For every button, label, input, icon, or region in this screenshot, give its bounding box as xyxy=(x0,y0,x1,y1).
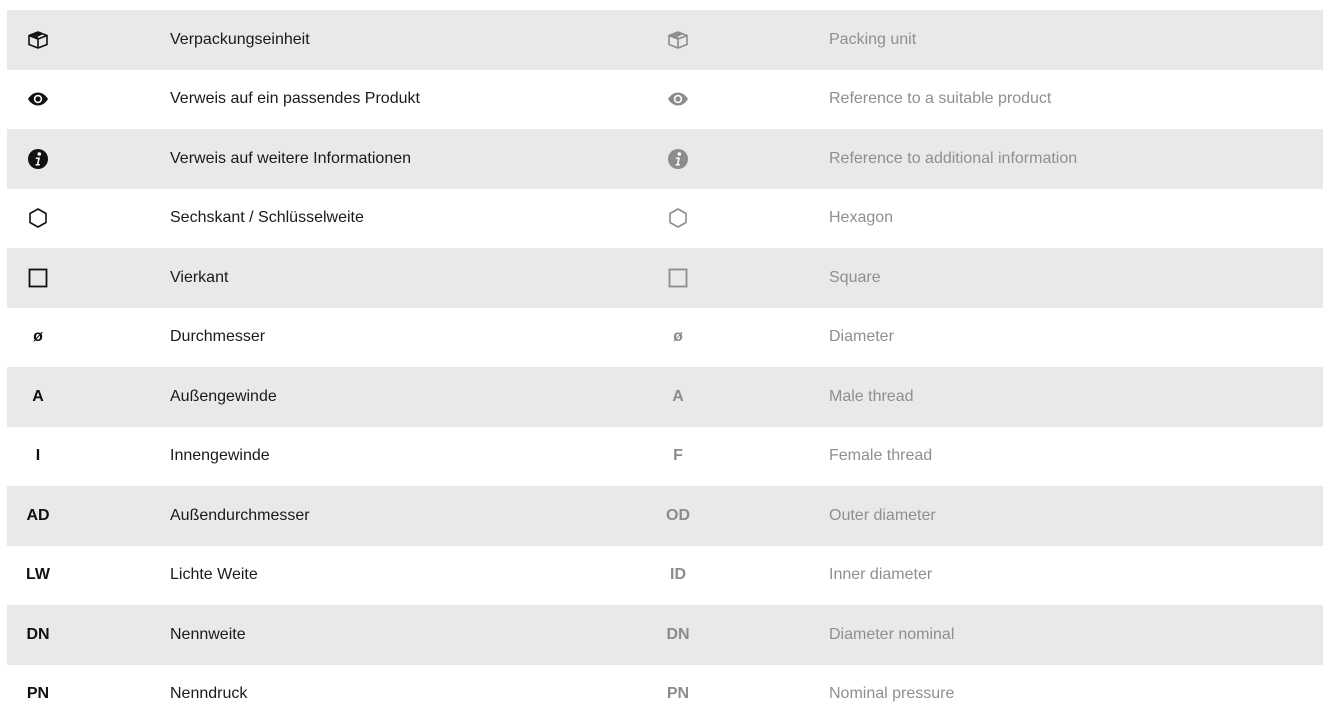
symbol-de: DN xyxy=(7,605,69,665)
box-icon xyxy=(27,30,49,50)
legend-row: Vierkant Square xyxy=(7,248,1323,308)
symbol-en xyxy=(647,129,709,189)
symbol-de xyxy=(7,70,69,130)
info-icon xyxy=(667,148,689,170)
hexagon-icon xyxy=(28,207,48,229)
symbol-de xyxy=(7,129,69,189)
symbol-de: PN xyxy=(7,665,69,724)
symbol-en: ID xyxy=(647,546,709,606)
legend-row: LW Lichte Weite ID Inner diameter xyxy=(7,546,1323,606)
label-de: Verpackungseinheit xyxy=(170,10,310,70)
hexagon-icon xyxy=(668,207,688,229)
symbol-de: A xyxy=(7,367,69,427)
symbol-de: I xyxy=(7,427,69,487)
symbol-de: ø xyxy=(7,308,69,368)
square-icon xyxy=(28,268,48,288)
legend-row: Verweis auf weitere Informationen Refere… xyxy=(7,129,1323,189)
legend-row: A Außengewinde A Male thread xyxy=(7,367,1323,427)
legend-row: I Innengewinde F Female thread xyxy=(7,427,1323,487)
legend-row: Verpackungseinheit Packing unit xyxy=(7,10,1323,70)
symbol-de xyxy=(7,248,69,308)
symbol-en: ø xyxy=(647,308,709,368)
label-de: Innengewinde xyxy=(170,427,270,487)
symbol-en xyxy=(647,189,709,249)
legend-row: DN Nennweite DN Diameter nominal xyxy=(7,605,1323,665)
symbol-legend-table: Verpackungseinheit Packing unit xyxy=(7,10,1323,724)
symbol-en xyxy=(647,10,709,70)
label-en: Square xyxy=(829,248,881,308)
label-en: Diameter nominal xyxy=(829,605,954,665)
label-de: Verweis auf weitere Informationen xyxy=(170,129,411,189)
label-de: Lichte Weite xyxy=(170,546,258,606)
symbol-en: F xyxy=(647,427,709,487)
label-en: Male thread xyxy=(829,367,914,427)
symbol-de xyxy=(7,10,69,70)
symbol-en: A xyxy=(647,367,709,427)
label-de: Außengewinde xyxy=(170,367,277,427)
label-en: Diameter xyxy=(829,308,894,368)
symbol-en: DN xyxy=(647,605,709,665)
label-de: Sechskant / Schlüsselweite xyxy=(170,189,364,249)
square-icon xyxy=(668,268,688,288)
label-de: Nenndruck xyxy=(170,665,247,724)
legend-row: AD Außendurchmesser OD Outer diameter xyxy=(7,486,1323,546)
symbol-en xyxy=(647,70,709,130)
label-de: Durchmesser xyxy=(170,308,265,368)
eye-icon xyxy=(667,92,689,106)
label-de: Verweis auf ein passendes Produkt xyxy=(170,70,420,130)
label-en: Female thread xyxy=(829,427,932,487)
label-en: Inner diameter xyxy=(829,546,932,606)
eye-icon xyxy=(27,92,49,106)
info-icon xyxy=(27,148,49,170)
box-icon xyxy=(667,30,689,50)
label-en: Packing unit xyxy=(829,10,916,70)
symbol-en: OD xyxy=(647,486,709,546)
symbol-en xyxy=(647,248,709,308)
symbol-de xyxy=(7,189,69,249)
label-en: Outer diameter xyxy=(829,486,936,546)
label-de: Außendurchmesser xyxy=(170,486,310,546)
legend-row: PN Nenndruck PN Nominal pressure xyxy=(7,665,1323,724)
symbol-de: AD xyxy=(7,486,69,546)
label-en: Reference to additional information xyxy=(829,129,1077,189)
label-de: Vierkant xyxy=(170,248,228,308)
label-de: Nennweite xyxy=(170,605,246,665)
label-en: Hexagon xyxy=(829,189,893,249)
symbol-en: PN xyxy=(647,665,709,724)
legend-row: Sechskant / Schlüsselweite Hexagon xyxy=(7,189,1323,249)
symbol-de: LW xyxy=(7,546,69,606)
legend-row: ø Durchmesser ø Diameter xyxy=(7,308,1323,368)
legend-row: Verweis auf ein passendes Produkt Refere… xyxy=(7,70,1323,130)
label-en: Reference to a suitable product xyxy=(829,70,1051,130)
label-en: Nominal pressure xyxy=(829,665,954,724)
